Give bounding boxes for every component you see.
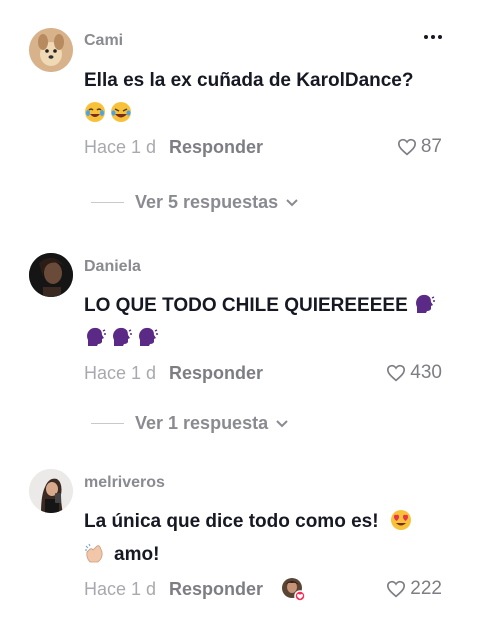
reply-button[interactable]: Responder (169, 579, 263, 600)
reply-button[interactable]: Responder (169, 137, 263, 158)
more-options-icon[interactable] (422, 30, 444, 44)
chevron-down-icon (286, 198, 298, 206)
comment-username[interactable]: Cami (84, 32, 123, 50)
comment-timestamp: Hace 1 d (84, 137, 157, 157)
view-replies-label: Ver 1 respuesta (135, 413, 269, 433)
creator-avatar-icon (282, 578, 306, 602)
like-button[interactable]: 222 (386, 578, 442, 600)
comment-text: Ella es la ex cuñada de KarolDance? (84, 64, 454, 130)
comment-text-body: Ella es la ex cuñada de KarolDance? (84, 70, 414, 91)
reply-button[interactable]: Responder (169, 363, 263, 384)
avatar[interactable] (29, 253, 73, 297)
comment-timestamp: Hace 1 d (84, 579, 157, 599)
like-count: 222 (410, 578, 442, 599)
speaking-head-icon (139, 327, 158, 346)
dog-avatar-icon (29, 28, 73, 72)
like-count: 87 (420, 136, 442, 157)
user-photo-icon (29, 469, 73, 513)
user-photo-icon (29, 253, 73, 297)
rolling-on-floor-laughing-icon (111, 102, 131, 122)
heart-outline-icon (397, 138, 416, 156)
like-button[interactable]: 87 (397, 136, 442, 158)
comment-timestamp: Hace 1 d (84, 363, 157, 383)
view-replies-button[interactable]: Ver 5 respuestas (91, 192, 298, 213)
comment-text: La única que dice todo como es! amo! (84, 505, 454, 571)
view-replies-label: Ver 5 respuestas (135, 192, 279, 212)
comment-username[interactable]: melriveros (84, 474, 165, 492)
view-replies-button[interactable]: Ver 1 respuesta (91, 413, 288, 434)
speaking-head-icon (113, 327, 132, 346)
avatar[interactable] (29, 469, 73, 513)
heart-outline-icon (387, 580, 406, 598)
like-count: 430 (410, 362, 442, 383)
comment-text-body: LO QUE TODO CHILE QUIEREEEEE (84, 295, 408, 316)
like-button[interactable]: 430 (386, 362, 442, 384)
heart-eyes-icon (390, 510, 411, 530)
chevron-down-icon (276, 419, 288, 427)
speaking-head-icon (87, 327, 106, 346)
clapping-hands-icon (85, 543, 103, 563)
face-with-tears-of-joy-icon (85, 102, 105, 122)
comment-text-body: La única que dice todo como es! (84, 511, 379, 532)
liked-by-creator-badge (281, 577, 306, 602)
comment-username[interactable]: Daniela (84, 258, 141, 276)
avatar[interactable] (29, 28, 73, 72)
comment-text-body-line2: amo! (114, 544, 160, 565)
divider (91, 202, 124, 203)
divider (91, 423, 124, 424)
comment-text: LO QUE TODO CHILE QUIEREEEEE (84, 289, 454, 355)
speaking-head-icon (416, 294, 436, 313)
heart-outline-icon (387, 364, 406, 382)
